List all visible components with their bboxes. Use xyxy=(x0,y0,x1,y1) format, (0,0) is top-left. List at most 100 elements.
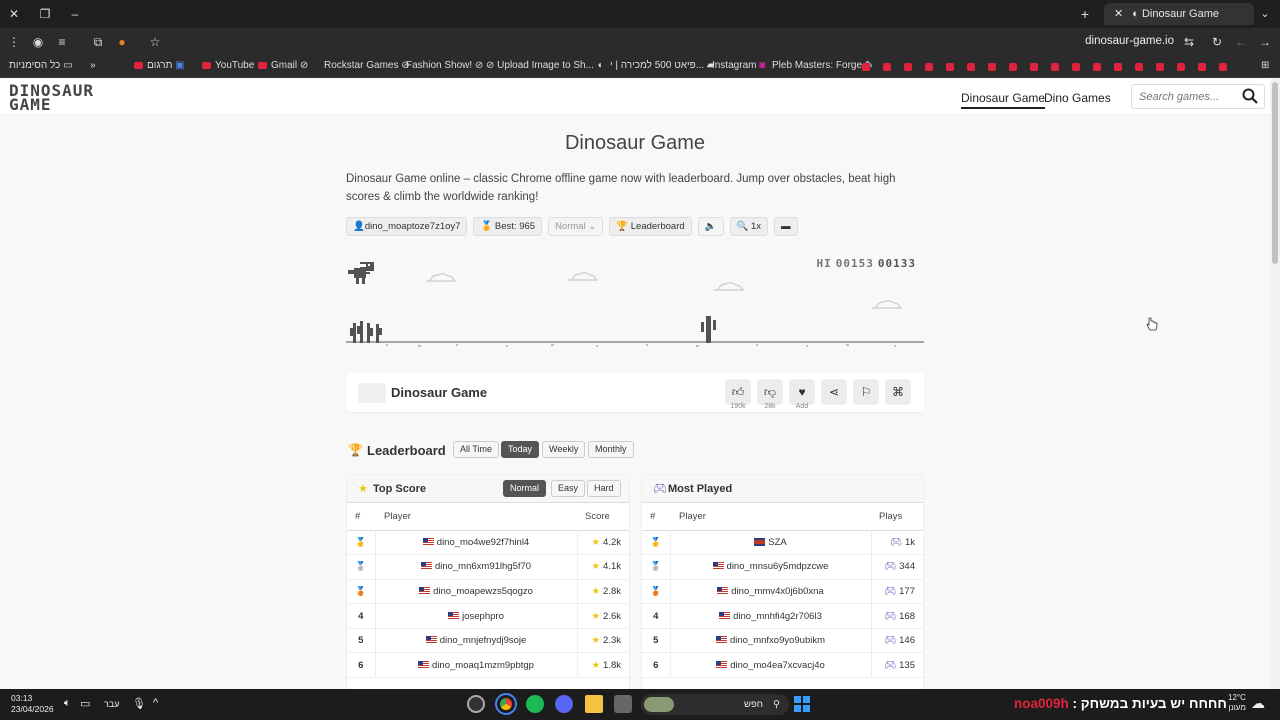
profile-icon[interactable]: ◉ xyxy=(29,33,47,51)
app-spotify-icon[interactable] xyxy=(526,695,544,713)
table-row[interactable]: 4 josephpro ★ 2.6k xyxy=(347,603,629,629)
extension-app-icon[interactable]: ● xyxy=(113,33,131,51)
app-discord-icon[interactable] xyxy=(555,695,573,713)
table-row[interactable]: 🥉 dino_moapewzs5qogzo ★ 2.8k xyxy=(347,579,629,605)
player-cell[interactable]: dino_mnfxo9yo9ubikm xyxy=(670,628,872,654)
menu-dots-icon[interactable]: ⋮ xyxy=(5,33,23,51)
tab-all-time[interactable]: All Time xyxy=(453,441,500,458)
search-input[interactable] xyxy=(1132,85,1232,108)
table-row[interactable]: 🥇 dino_mo4we92f7hinl4 ★ 4.2k xyxy=(347,530,629,556)
bookmark-instagram[interactable]: Instagram ◙ xyxy=(712,60,765,71)
browser-tab[interactable]: ✕ ◐ Dinosaur Game xyxy=(1104,3,1254,25)
player-cell[interactable]: dino_mo4we92f7hinl4 xyxy=(375,530,578,556)
volume-icon[interactable]: 🔈︎ xyxy=(64,697,71,710)
mode-hard[interactable]: Hard xyxy=(587,480,621,497)
table-row[interactable]: 5 dino_mnfxo9yo9ubikm 🎮︎ 146 xyxy=(642,628,923,654)
system-clock[interactable]: 03:13 23/04/2026 xyxy=(11,693,54,715)
player-cell[interactable]: dino_mnsu6y5mdpzcwe xyxy=(670,554,872,580)
player-cell[interactable]: dino_mmv4x0j6b0xna xyxy=(670,579,872,605)
reading-list-icon[interactable]: ≡ xyxy=(53,33,71,51)
tab-today[interactable]: Today xyxy=(501,441,540,458)
app-file-explorer-icon[interactable] xyxy=(585,695,603,713)
close-window-icon[interactable]: ✕ xyxy=(5,5,23,23)
tab-weekly[interactable]: Weekly xyxy=(542,441,586,458)
share-button[interactable]: ⋖ xyxy=(821,379,847,405)
bookmarks-overflow[interactable]: » xyxy=(90,60,96,71)
zoom-button[interactable]: 🔍 1x xyxy=(729,217,769,236)
all-bookmarks[interactable]: כל הסימניות ▭ xyxy=(9,60,73,71)
bookmark-fiat[interactable]: פיאט 500 למכירה | י... ▰ xyxy=(610,60,715,71)
player-cell[interactable]: dino_mo4ea7xcvacj4o xyxy=(670,652,872,679)
player-cell[interactable]: dino_moapewzs5qogzo xyxy=(375,579,578,605)
site-settings-icon[interactable]: ⇆ xyxy=(1180,33,1198,51)
site-logo[interactable]: DINOSAUR GAME xyxy=(9,83,94,113)
tab-close-icon[interactable]: ✕ xyxy=(1114,8,1123,20)
player-cell[interactable]: dino_mnjefnydj9soje xyxy=(375,628,578,654)
table-row[interactable]: 4 dino_mnhfi4g2r706l3 🎮︎ 168 xyxy=(642,603,923,629)
browser-titlebar: ✕ ❐ – + ✕ ◐ Dinosaur Game ⌄ xyxy=(0,0,1280,28)
cactus-icon xyxy=(701,316,716,343)
search-icon[interactable] xyxy=(1242,88,1258,104)
mode-normal[interactable]: Normal xyxy=(503,480,547,497)
user-chip[interactable]: 👤dino_moaptoze7z1oy7 xyxy=(346,217,468,236)
table-row[interactable]: 5 dino_mnjefnydj9soje ★ 2.3k xyxy=(347,628,629,654)
windows-start-icon[interactable] xyxy=(794,696,810,712)
player-cell[interactable]: josephpro xyxy=(375,603,578,629)
like-button[interactable]: 👍︎ xyxy=(725,379,751,405)
scrollbar-thumb[interactable] xyxy=(1272,82,1278,264)
bookmark-upload-image[interactable]: ⊘ Upload Image to Sh... ◖ xyxy=(486,60,603,71)
network-icon[interactable]: ▭ xyxy=(80,697,90,710)
weather-widget[interactable]: 12°C מעונן xyxy=(1228,693,1246,713)
microphone-icon[interactable]: 🎙︎ xyxy=(132,697,146,710)
tab-search-icon[interactable]: ⌄ xyxy=(1256,5,1274,23)
new-tab-icon[interactable]: + xyxy=(1076,5,1094,23)
reload-icon[interactable]: ↻ xyxy=(1208,33,1226,51)
bookmark-translate[interactable]: תרגום ▣ xyxy=(134,60,185,71)
bookmark-pleb-masters[interactable]: Pleb Masters: Forge ✎ xyxy=(772,60,873,71)
nav-dinosaur-game[interactable]: Dinosaur Game xyxy=(961,91,1046,109)
player-cell[interactable]: dino_mnhfi4g2r706l3 xyxy=(670,603,872,629)
tab-monthly[interactable]: Monthly xyxy=(588,441,634,458)
bookmark-fashion-show[interactable]: Fashion Show! ⊘ xyxy=(406,60,483,71)
table-row[interactable]: 🥈 dino_mnsu6y5mdpzcwe 🎮︎ 344 xyxy=(642,554,923,580)
app-chrome-icon[interactable] xyxy=(495,693,517,715)
difficulty-select[interactable]: Normal ⌄ xyxy=(548,217,604,236)
back-icon[interactable]: → xyxy=(1256,33,1274,51)
table-row[interactable]: 🥉 dino_mmv4x0j6b0xna 🎮︎ 177 xyxy=(642,579,923,605)
fullscreen-button[interactable]: ▬ xyxy=(774,217,798,236)
restore-window-icon[interactable]: ❐ xyxy=(36,5,54,23)
player-cell[interactable]: SZA xyxy=(670,530,872,556)
report-button[interactable]: ⚐ xyxy=(853,379,879,405)
leaderboard-button[interactable]: 🏆 Leaderboard xyxy=(609,217,692,236)
player-cell[interactable]: dino_moaq1mzm9pbtgp xyxy=(375,652,578,679)
table-row[interactable]: 🥈 dino_mn6xm91lhg5f70 ★ 4.1k xyxy=(347,554,629,580)
taskbar-search[interactable]: חפש ⚲ xyxy=(641,694,789,715)
app-task-view-icon[interactable] xyxy=(614,695,632,713)
app-steam-icon[interactable] xyxy=(467,695,485,713)
game-canvas[interactable]: HI 00153 00133 xyxy=(346,250,924,350)
bookmark-gmail[interactable]: Gmail ⊘ xyxy=(258,60,308,71)
forward-icon[interactable]: ← xyxy=(1232,33,1250,51)
extensions-icon[interactable]: ⧉ xyxy=(89,33,107,51)
bookmark-youtube[interactable]: YouTube xyxy=(202,60,254,71)
tray-chevron-icon[interactable]: ^ xyxy=(153,697,158,709)
input-language[interactable]: עבר xyxy=(104,699,119,709)
apps-grid-icon[interactable]: ⊞ xyxy=(1261,60,1269,71)
player-cell[interactable]: dino_mn6xm91lhg5f70 xyxy=(375,554,578,580)
mode-easy[interactable]: Easy xyxy=(551,480,586,497)
favorite-button[interactable]: ♥ xyxy=(789,379,815,405)
table-row[interactable]: 🥇 SZA 🎮︎ 1k xyxy=(642,530,923,556)
address-bar[interactable]: dinosaur-game.io xyxy=(1085,35,1174,47)
bookmark-star-icon[interactable]: ☆ xyxy=(146,33,164,51)
gold-medal-icon: 🥇 xyxy=(355,536,367,547)
sound-button[interactable]: 🔈 xyxy=(697,217,724,236)
dislike-button[interactable]: 👎︎ xyxy=(757,379,783,405)
table-row[interactable]: 6 dino_moaq1mzm9pbtgp ★ 1.8k xyxy=(347,652,629,679)
bookmark-icons-row[interactable] xyxy=(862,63,1247,71)
nav-dino-games[interactable]: Dino Games xyxy=(1044,91,1111,105)
table-row[interactable]: 6 dino_mo4ea7xcvacj4o 🎮︎ 135 xyxy=(642,652,923,679)
minimize-window-icon[interactable]: – xyxy=(66,5,84,23)
fullscreen-toggle[interactable]: ⌘ xyxy=(885,379,911,405)
bookmark-rockstar[interactable]: Rockstar Games ⊘ xyxy=(324,60,410,71)
us-flag-icon xyxy=(712,562,724,571)
